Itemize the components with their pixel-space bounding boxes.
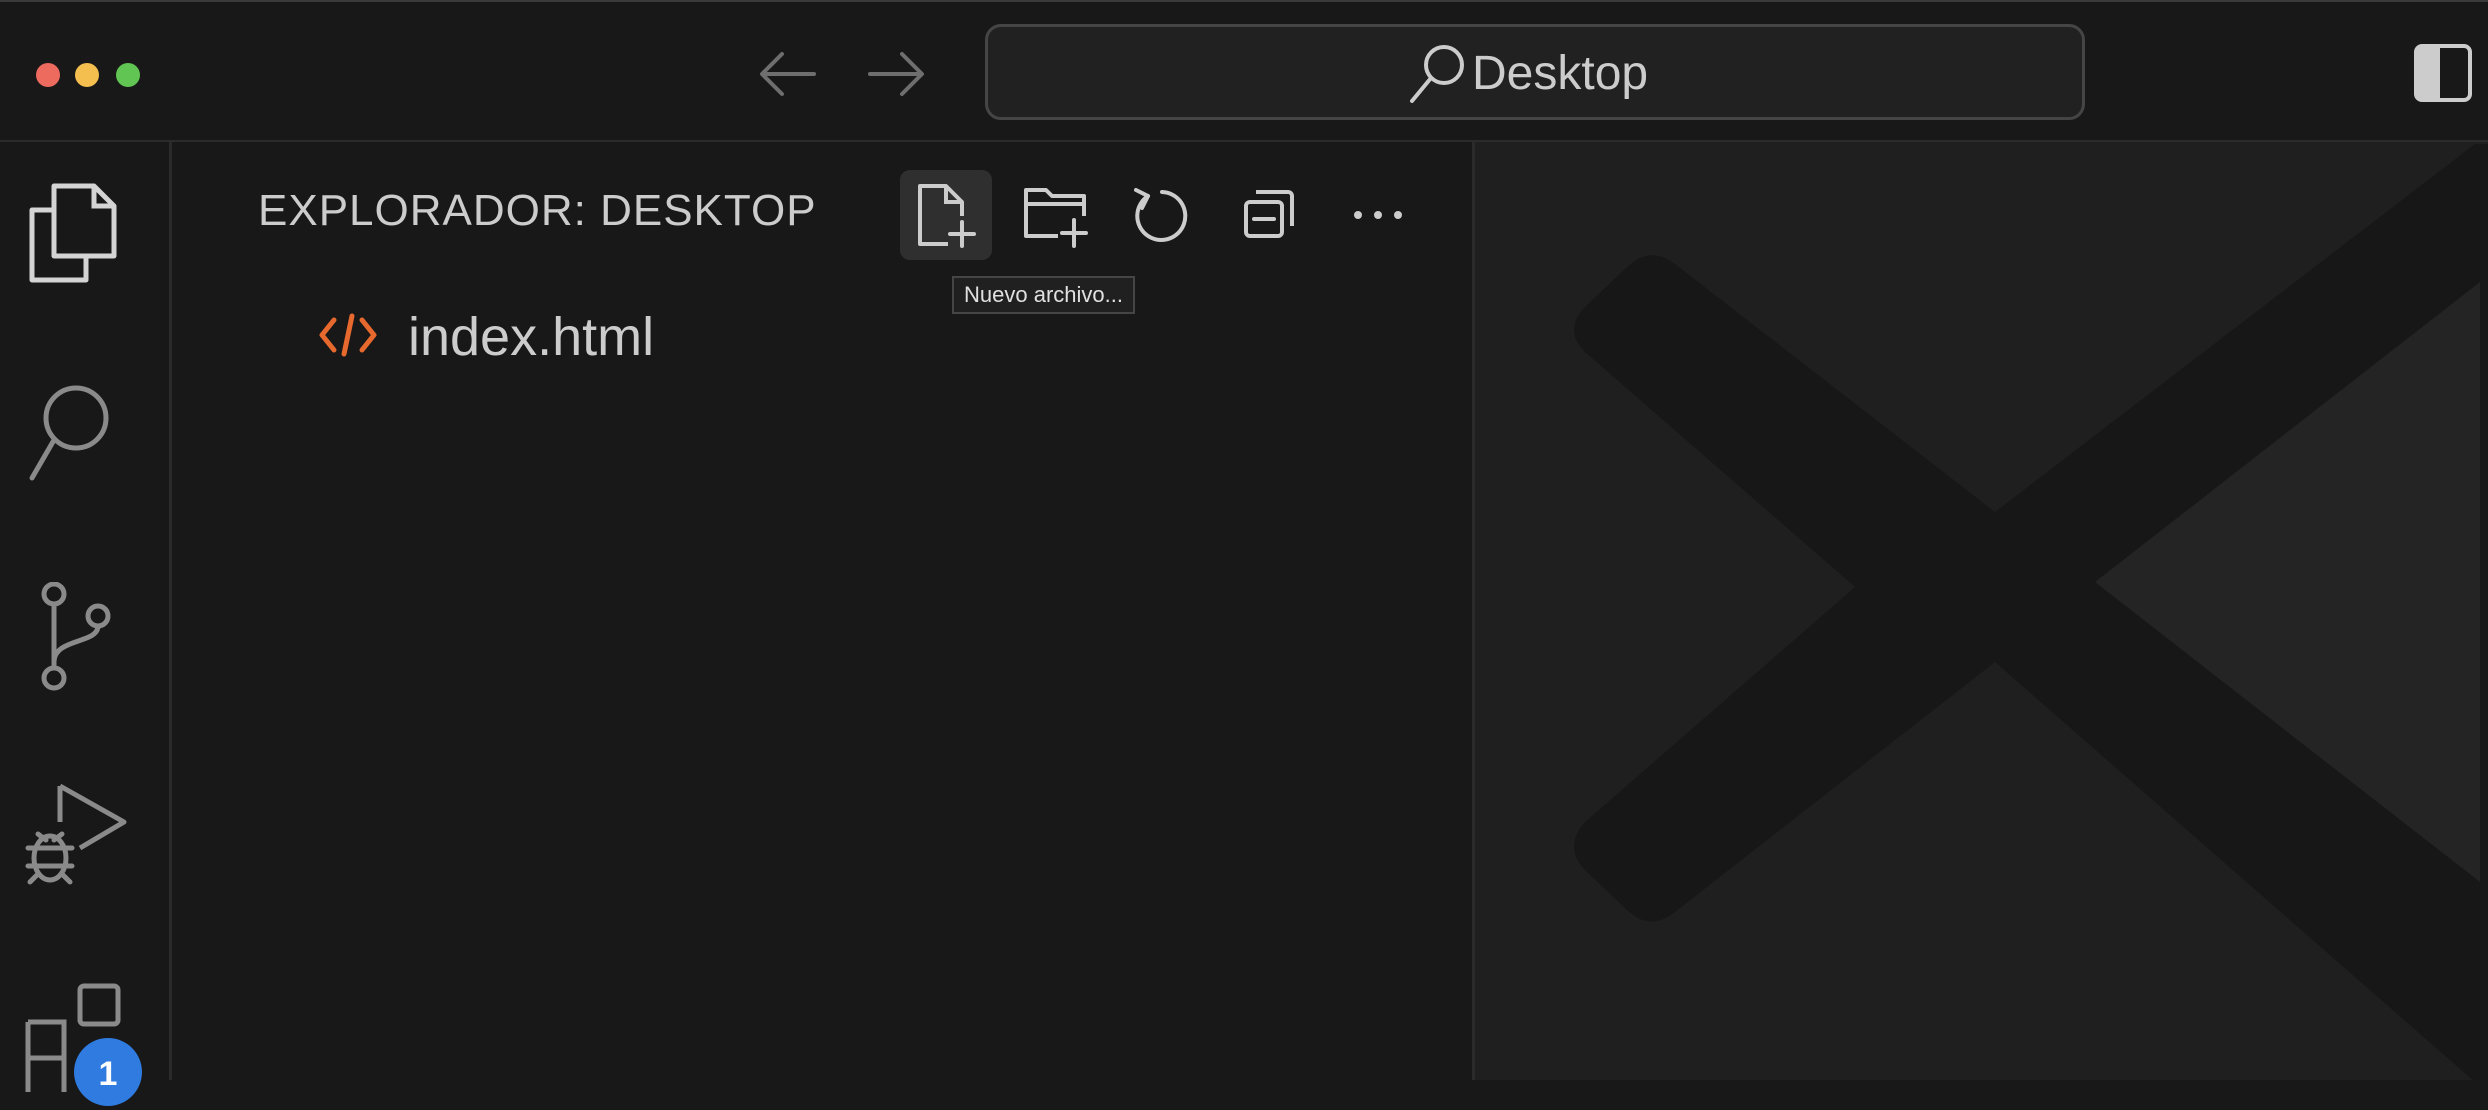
activity-explorer[interactable] xyxy=(0,152,169,302)
more-icon xyxy=(1354,211,1402,219)
collapse-all-icon xyxy=(1244,190,1294,238)
minimize-window-button[interactable] xyxy=(75,63,99,87)
activity-run-debug[interactable] xyxy=(0,752,169,902)
source-control-icon xyxy=(41,582,111,691)
forward-button[interactable] xyxy=(866,46,926,102)
explorer-title: EXPLORADOR: DESKTOP xyxy=(258,186,817,235)
extensions-badge: 1 xyxy=(74,1038,142,1106)
editor-area xyxy=(1475,142,2488,1080)
files-icon xyxy=(29,183,117,283)
new-file-button[interactable] xyxy=(900,170,992,260)
collapse-all-button[interactable] xyxy=(1224,170,1316,260)
refresh-icon xyxy=(1134,188,1188,242)
activity-bar: 1 xyxy=(0,142,172,1106)
explorer-panel: EXPLORADOR: DESKTOP Nuevo archivo... ind… xyxy=(172,142,1475,1080)
search-icon xyxy=(29,385,109,481)
zoom-window-button[interactable] xyxy=(116,63,140,87)
file-name: index.html xyxy=(408,307,655,367)
back-button[interactable] xyxy=(758,46,818,102)
toggle-sidebar-icon xyxy=(2414,44,2472,102)
file-tree-item[interactable]: index.html xyxy=(172,302,1472,367)
new-file-icon xyxy=(918,184,976,248)
refresh-button[interactable] xyxy=(1116,170,1208,260)
vscode-logo-icon xyxy=(1574,144,2488,1080)
run-debug-icon xyxy=(25,783,127,885)
close-window-button[interactable] xyxy=(36,63,60,87)
toggle-sidebar-button[interactable] xyxy=(2412,42,2474,104)
arrow-left-icon xyxy=(760,52,816,96)
arrow-right-icon xyxy=(868,52,924,96)
new-folder-button[interactable] xyxy=(1008,170,1100,260)
more-actions-button[interactable] xyxy=(1332,170,1424,260)
title-bar: Desktop xyxy=(0,0,2488,142)
html-file-icon xyxy=(319,313,377,357)
activity-source-control[interactable] xyxy=(0,552,169,702)
command-center-text: Desktop xyxy=(1472,46,1649,100)
command-center-search[interactable]: Desktop xyxy=(985,24,2085,120)
new-folder-icon xyxy=(1024,188,1088,248)
activity-search[interactable] xyxy=(0,352,169,502)
search-icon xyxy=(1410,45,1464,103)
